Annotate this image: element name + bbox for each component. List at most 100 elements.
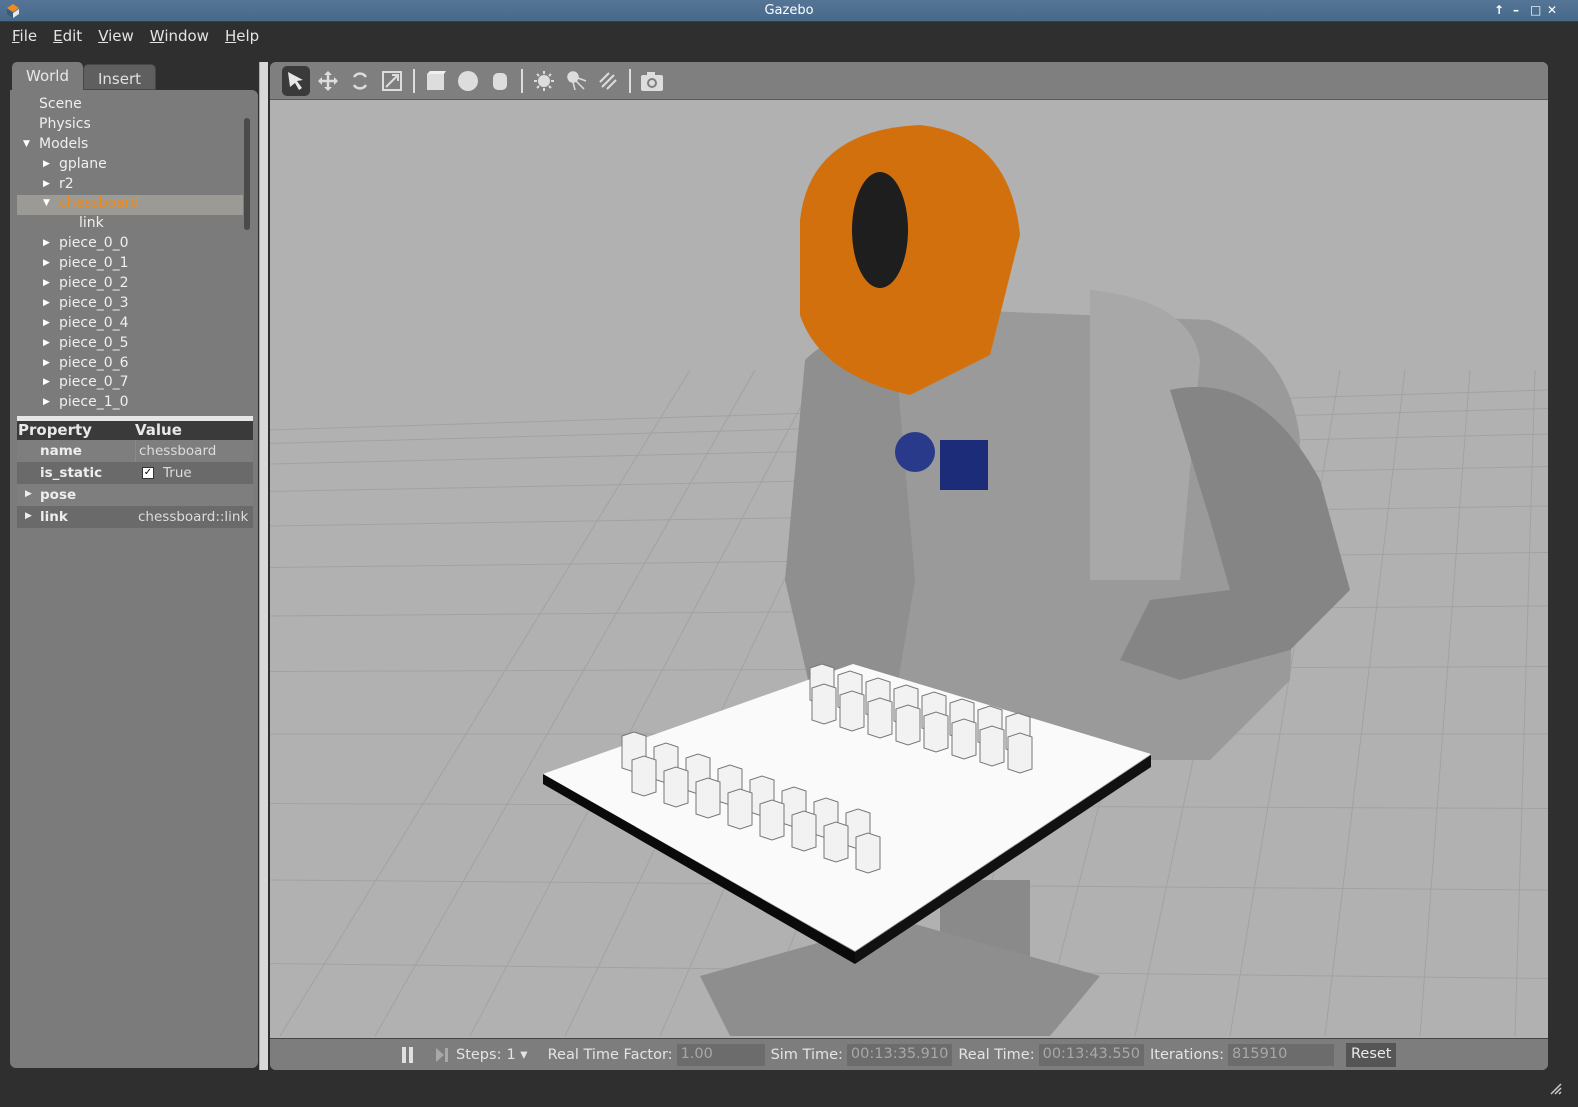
tree-item-piece-0-3[interactable]: ▶ piece_0_3 [17, 295, 243, 315]
tree-item-Scene[interactable]: Scene [17, 96, 243, 116]
tree-item-Physics[interactable]: Physics [17, 116, 243, 136]
steps-spinner[interactable]: 1 ▾ [506, 1047, 527, 1063]
grid-line [1514, 369, 1536, 1037]
box-shape-button[interactable] [422, 66, 450, 96]
expand-arrow-icon[interactable]: ▶ [43, 318, 50, 328]
reset-button[interactable]: Reset [1345, 1042, 1397, 1067]
tree-item-link[interactable]: link [17, 215, 243, 235]
point-light-button[interactable] [530, 66, 558, 96]
property-value[interactable]: chessboard [135, 440, 253, 462]
menu-help[interactable]: Help [219, 22, 265, 50]
chess-piece[interactable] [855, 832, 881, 874]
3d-scene[interactable] [270, 100, 1548, 1038]
tree-item-piece-0-7[interactable]: ▶ piece_0_7 [17, 374, 243, 394]
expand-arrow-icon[interactable]: ▶ [43, 159, 50, 169]
translate-tool-button[interactable] [314, 66, 342, 96]
property-value: chessboard::link [138, 509, 249, 525]
chess-piece[interactable] [979, 725, 1005, 767]
step-icon[interactable] [434, 1046, 450, 1064]
chess-piece[interactable] [823, 821, 849, 863]
expand-arrow-icon[interactable]: ▶ [43, 238, 50, 248]
screenshot-button[interactable] [638, 66, 666, 96]
expand-arrow-icon[interactable]: ▶ [25, 489, 32, 499]
property-header: Property Value [17, 421, 253, 440]
scale-tool-button[interactable] [378, 66, 406, 96]
chess-piece[interactable] [631, 755, 657, 797]
move-icon [318, 70, 338, 91]
sphere-shape-button[interactable] [454, 66, 482, 96]
toolbar-separator [629, 68, 631, 93]
menu-file[interactable]: File [6, 22, 43, 50]
chess-piece[interactable] [923, 711, 949, 753]
directional-light-icon [599, 71, 617, 90]
menu-window[interactable]: Window [144, 22, 215, 50]
tree-item-piece-0-0[interactable]: ▶ piece_0_0 [17, 235, 243, 255]
main-splitter[interactable] [259, 62, 268, 1070]
menu-view[interactable]: View [92, 22, 140, 50]
sim-time-label: Sim Time: [770, 1046, 843, 1063]
chess-piece[interactable] [663, 766, 689, 808]
rotate-tool-button[interactable] [346, 66, 374, 96]
chess-piece[interactable] [895, 704, 921, 746]
collapse-arrow-icon[interactable]: ▼ [23, 139, 30, 149]
cylinder-shape-button[interactable] [486, 66, 514, 96]
expand-arrow-icon[interactable]: ▶ [43, 258, 50, 268]
chess-piece[interactable] [759, 799, 785, 841]
property-key: link [40, 509, 68, 525]
expand-arrow-icon[interactable]: ▶ [43, 278, 50, 288]
close-button[interactable]: ✕ [1547, 3, 1557, 17]
model-tree: Scene Physics ▼ Models ▶ gplane ▶ r2 ▼ chessboard… [17, 96, 243, 414]
expand-arrow-icon[interactable]: ▶ [43, 298, 50, 308]
iterations-label: Iterations: [1150, 1046, 1224, 1063]
maximize-button[interactable]: □ [1530, 3, 1541, 17]
tree-item-piece-0-5[interactable]: ▶ piece_0_5 [17, 335, 243, 355]
collapse-arrow-icon[interactable]: ▼ [43, 198, 50, 208]
keep-above-button[interactable]: ↑ [1494, 3, 1504, 17]
chess-piece[interactable] [1007, 732, 1033, 774]
menu-edit[interactable]: Edit [47, 22, 88, 50]
tree-item-piece-0-1[interactable]: ▶ piece_0_1 [17, 255, 243, 275]
chess-piece[interactable] [867, 697, 893, 739]
tree-item-gplane[interactable]: ▶ gplane [17, 156, 243, 176]
tree-item-piece-0-6[interactable]: ▶ piece_0_6 [17, 355, 243, 375]
chess-piece[interactable] [811, 683, 837, 725]
chess-piece[interactable] [839, 690, 865, 732]
tree-item-piece-0-2[interactable]: ▶ piece_0_2 [17, 275, 243, 295]
property-value: True [163, 465, 192, 481]
tree-scrollbar[interactable] [244, 118, 250, 230]
title-bar: Gazebo ↑ – □ ✕ [0, 0, 1578, 22]
property-row-pose[interactable]: ▶ pose [17, 484, 253, 506]
tree-item-Models[interactable]: ▼ Models [17, 136, 243, 156]
tree-item-r2[interactable]: ▶ r2 [17, 176, 243, 196]
property-row-link[interactable]: ▶ link chessboard::link [17, 506, 253, 528]
property-row-is-static[interactable]: is_static ✓ True [17, 462, 253, 484]
expand-arrow-icon[interactable]: ▶ [43, 179, 50, 189]
arrow-cursor-icon [288, 71, 303, 90]
expand-arrow-icon[interactable]: ▶ [43, 338, 50, 348]
directional-light-button[interactable] [594, 66, 622, 96]
minimize-button[interactable]: – [1513, 3, 1519, 17]
toolbar-separator [413, 68, 415, 93]
tree-item-piece-1-0[interactable]: ▶ piece_1_0 [17, 394, 243, 414]
tree-item-label: piece_0_3 [59, 294, 129, 311]
tab-insert[interactable]: Insert [83, 64, 157, 90]
is-static-checkbox[interactable]: ✓ [142, 467, 154, 479]
expand-arrow-icon[interactable]: ▶ [43, 358, 50, 368]
spot-light-button[interactable] [562, 66, 590, 96]
tree-item-piece-0-4[interactable]: ▶ piece_0_4 [17, 315, 243, 335]
tree-item-chessboard[interactable]: ▼ chessboard [17, 195, 243, 216]
resize-grip-icon[interactable] [1548, 1081, 1562, 1095]
expand-arrow-icon[interactable]: ▶ [43, 377, 50, 387]
property-row-name[interactable]: name chessboard [17, 440, 253, 462]
chess-piece[interactable] [791, 810, 817, 852]
tab-world[interactable]: World [12, 62, 83, 90]
select-tool-button[interactable] [282, 65, 310, 96]
menu-bar: File Edit View Window Help [0, 22, 1578, 50]
chess-piece[interactable] [727, 788, 753, 830]
chess-piece[interactable] [695, 777, 721, 819]
sphere-icon [458, 70, 478, 91]
pause-icon[interactable] [400, 1046, 416, 1064]
chess-piece[interactable] [951, 718, 977, 760]
expand-arrow-icon[interactable]: ▶ [43, 397, 50, 407]
expand-arrow-icon[interactable]: ▶ [25, 511, 32, 521]
